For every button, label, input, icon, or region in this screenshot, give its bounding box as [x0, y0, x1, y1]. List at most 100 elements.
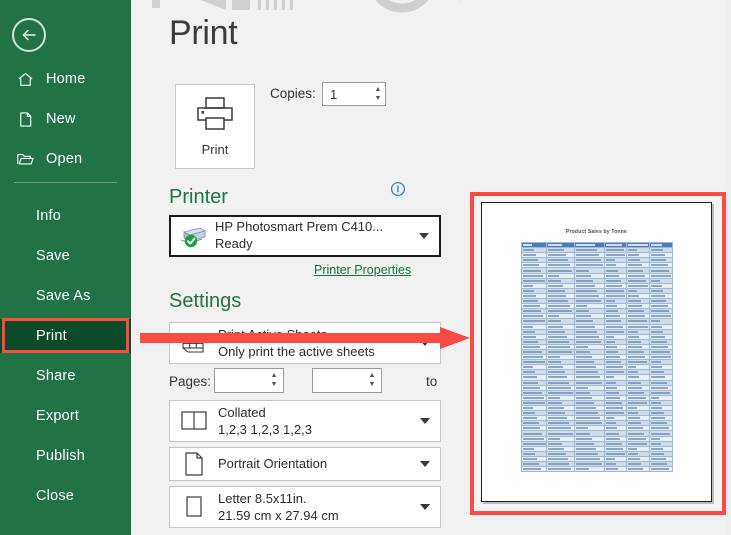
- preview-cell-text-line: [606, 443, 622, 445]
- preview-cell-text-line: [651, 305, 668, 307]
- pages-to-field[interactable]: ▲ ▼: [312, 368, 382, 393]
- preview-cell-text-line: [548, 244, 562, 246]
- chevron-down-icon[interactable]: [420, 340, 430, 346]
- preview-cell-text-line: [523, 458, 538, 460]
- printer-select[interactable]: HP Photosmart Prem C410... Ready: [169, 215, 441, 257]
- preview-cell-text-line: [606, 463, 617, 465]
- pages-from-input[interactable]: [220, 372, 268, 389]
- preview-cell-text-line: [576, 412, 598, 414]
- preview-cell-text-line: [576, 331, 597, 333]
- preview-cell-text-line: [523, 463, 539, 465]
- collation-select[interactable]: Collated 1,2,3 1,2,3 1,2,3: [169, 400, 441, 442]
- preview-cell-text-line: [576, 407, 596, 409]
- copies-input[interactable]: [328, 86, 374, 103]
- preview-cell-text-line: [628, 270, 644, 272]
- copies-field[interactable]: ▲ ▼: [322, 82, 386, 106]
- preview-cell-text-line: [628, 366, 637, 368]
- preview-cell-text-line: [576, 280, 593, 282]
- preview-cell-text-line: [651, 366, 663, 368]
- preview-cell-text-line: [606, 341, 616, 343]
- sidebar-item-label: Print: [36, 328, 67, 344]
- preview-cell-text-line: [548, 376, 567, 378]
- preview-cell-text-line: [576, 458, 600, 460]
- pages-from-field[interactable]: ▲ ▼: [214, 368, 284, 393]
- pages-from-stepper[interactable]: ▲ ▼: [268, 369, 280, 392]
- preview-table-cell: [626, 467, 649, 472]
- preview-cell-text-line: [628, 285, 648, 287]
- sidebar-item-label: Publish: [36, 448, 85, 464]
- preview-cell-text-line: [548, 300, 568, 302]
- sidebar-item-open[interactable]: Open: [0, 142, 131, 176]
- preview-cell-text-line: [606, 438, 621, 440]
- preview-cell-text-line: [628, 275, 645, 277]
- preview-cell-text-line: [606, 244, 623, 246]
- preview-cell-text-line: [651, 310, 670, 312]
- preview-cell-text-line: [548, 275, 559, 277]
- preview-cell-text-line: [606, 397, 620, 399]
- preview-cell-text-line: [651, 280, 661, 282]
- chevron-down-icon[interactable]: [420, 418, 430, 424]
- preview-cell-text-line: [628, 290, 638, 292]
- preview-cell-text-line: [651, 290, 664, 292]
- preview-cell-text-line: [651, 438, 660, 440]
- preview-cell-text-line: [523, 407, 534, 409]
- preview-cell-text-line: [548, 280, 561, 282]
- sidebar-item-close[interactable]: Close: [0, 479, 131, 513]
- sidebar-item-new[interactable]: New: [0, 102, 131, 136]
- chevron-up-icon: ▲: [375, 87, 382, 93]
- copies-stepper[interactable]: ▲ ▼: [374, 83, 382, 105]
- preview-cell-text-line: [576, 417, 600, 419]
- printer-section-title: Printer: [169, 186, 228, 209]
- printer-properties-link[interactable]: Printer Properties: [314, 263, 411, 277]
- preview-cell-text-line: [651, 376, 666, 378]
- preview-cell-text-line: [606, 285, 623, 287]
- chevron-down-icon[interactable]: [420, 504, 430, 510]
- preview-cell-text-line: [576, 310, 589, 312]
- sidebar-item-home[interactable]: Home: [0, 62, 131, 96]
- preview-cell-text-line: [628, 407, 637, 409]
- preview-cell-text-line: [606, 249, 624, 251]
- preview-cell-text-line: [606, 270, 618, 272]
- pages-to-input[interactable]: [318, 372, 366, 389]
- print-range-select[interactable]: Print Active Sheets Only print the activ…: [169, 322, 441, 364]
- preview-cell-text-line: [606, 336, 614, 338]
- chevron-down-icon[interactable]: [419, 233, 429, 239]
- sidebar-item-save-as[interactable]: Save As: [0, 279, 131, 313]
- orientation-select[interactable]: Portrait Orientation: [169, 447, 441, 481]
- sidebar-item-info[interactable]: Info: [0, 199, 131, 233]
- preview-cell-text-line: [606, 320, 622, 322]
- print-preview[interactable]: Product Sales by Tonne: [481, 202, 712, 502]
- preview-cell-text-line: [548, 407, 563, 409]
- sidebar-item-export[interactable]: Export: [0, 399, 131, 433]
- preview-cell-text-line: [651, 244, 662, 246]
- preview-cell-text-line: [651, 397, 660, 399]
- collate-icon: [170, 409, 218, 433]
- sidebar-item-print[interactable]: Print: [0, 319, 131, 353]
- sidebar-item-label: Save: [36, 248, 70, 264]
- window-scroll-track[interactable]: [726, 0, 731, 535]
- chevron-down-icon: ▼: [375, 96, 382, 102]
- back-button[interactable]: [12, 18, 46, 52]
- sidebar-item-publish[interactable]: Publish: [0, 439, 131, 473]
- chevron-down-icon[interactable]: [420, 461, 430, 467]
- copies-label: Copies:: [270, 86, 316, 101]
- info-icon[interactable]: [390, 181, 406, 202]
- sidebar-item-share[interactable]: Share: [0, 359, 131, 393]
- paper-size-select[interactable]: Letter 8.5x11in. 21.59 cm x 27.94 cm: [169, 486, 441, 528]
- preview-cell-text-line: [548, 417, 567, 419]
- chevron-down-icon: ▼: [271, 382, 278, 388]
- preview-cell-text-line: [576, 356, 592, 358]
- preview-cell-text-line: [606, 433, 619, 435]
- preview-cell-text-line: [576, 433, 590, 435]
- preview-cell-text-line: [606, 427, 618, 429]
- pages-to-stepper[interactable]: ▲ ▼: [366, 369, 378, 392]
- preview-cell-text-line: [606, 254, 626, 256]
- preview-cell-text-line: [523, 270, 542, 272]
- print-button[interactable]: Print: [175, 84, 255, 169]
- preview-cell-text-line: [576, 249, 597, 251]
- preview-cell-text-line: [523, 422, 539, 424]
- sidebar-item-save[interactable]: Save: [0, 239, 131, 273]
- preview-cell-text-line: [548, 259, 568, 261]
- preview-cell-text-line: [523, 392, 542, 394]
- preview-document-title: Product Sales by Tonne: [482, 229, 711, 235]
